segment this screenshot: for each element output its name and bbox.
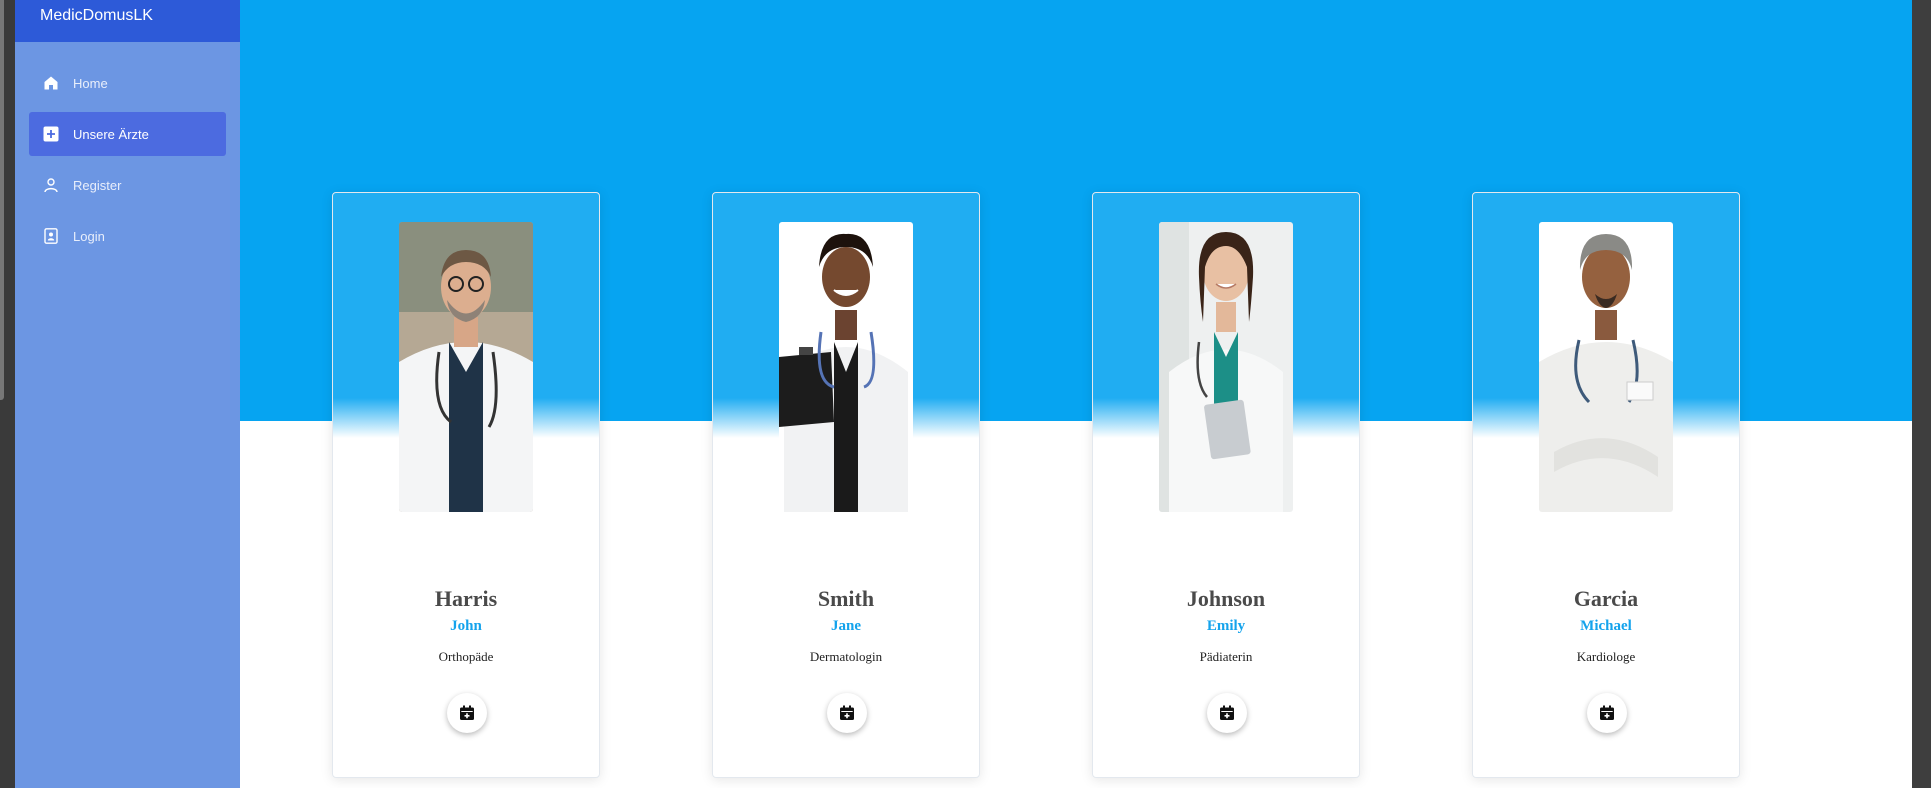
doctor-photo <box>1159 222 1293 512</box>
doctor-first-name: Jane <box>831 618 861 634</box>
doctor-specialty: Orthopäde <box>438 649 494 664</box>
doctor-first-name: Emily <box>1206 618 1246 634</box>
sidebar-item-unsere-aerzte[interactable]: Unsere Ärzte <box>29 112 226 156</box>
sidebar-item-label: Unsere Ärzte <box>73 126 149 142</box>
doctor-card: Smith Jane Dermatologin <box>712 192 980 778</box>
sidebar-item-register[interactable]: Register <box>29 163 226 207</box>
doctor-last-name: Garcia <box>1573 586 1639 611</box>
doctor-specialty: Pädiaterin <box>1199 649 1253 664</box>
book-appointment-button[interactable] <box>827 693 867 733</box>
doctor-last-name: Johnson <box>1186 586 1266 611</box>
doctor-last-name: Smith <box>817 586 875 611</box>
sidebar-item-login[interactable]: Login <box>29 214 226 258</box>
doctor-card: Johnson Emily Pädiaterin <box>1092 192 1360 778</box>
window-frame-right <box>1912 0 1931 788</box>
home-icon <box>43 75 59 91</box>
book-appointment-button[interactable] <box>1587 693 1627 733</box>
doctor-card: Garcia Michael Kardiologe <box>1472 192 1740 778</box>
doctor-first-name: Michael <box>1580 618 1632 634</box>
sidebar-item-label: Login <box>73 228 105 244</box>
doctor-first-name: John <box>450 618 482 634</box>
doctor-specialty: Dermatologin <box>809 649 883 664</box>
id-badge-icon <box>43 228 59 244</box>
sidebar-item-label: Home <box>73 75 108 91</box>
sidebar-nav: Home Unsere Ärzte Register Login <box>15 42 240 258</box>
main-content: Harris John Orthopäde Smith Jane Dermato… <box>240 0 1912 788</box>
calendar-plus-icon <box>460 705 474 720</box>
doctor-photo <box>399 222 533 512</box>
sidebar: MedicDomusLK Home Unsere Ärzte Register … <box>15 0 240 788</box>
calendar-plus-icon <box>1600 705 1614 720</box>
doctor-last-name: Harris <box>434 586 498 611</box>
book-appointment-button[interactable] <box>1207 693 1247 733</box>
book-appointment-button[interactable] <box>447 693 487 733</box>
doctor-card: Harris John Orthopäde <box>332 192 600 778</box>
plus-square-icon <box>43 126 59 142</box>
calendar-plus-icon <box>1220 705 1234 720</box>
brand-title[interactable]: MedicDomusLK <box>15 0 240 42</box>
doctor-photo <box>1539 222 1673 512</box>
doctor-photo <box>779 222 913 512</box>
sidebar-item-home[interactable]: Home <box>29 61 226 105</box>
window-frame-left <box>0 0 15 788</box>
doctor-specialty: Kardiologe <box>1576 649 1636 664</box>
user-icon <box>43 177 59 193</box>
calendar-plus-icon <box>840 705 854 720</box>
sidebar-item-label: Register <box>73 177 122 193</box>
